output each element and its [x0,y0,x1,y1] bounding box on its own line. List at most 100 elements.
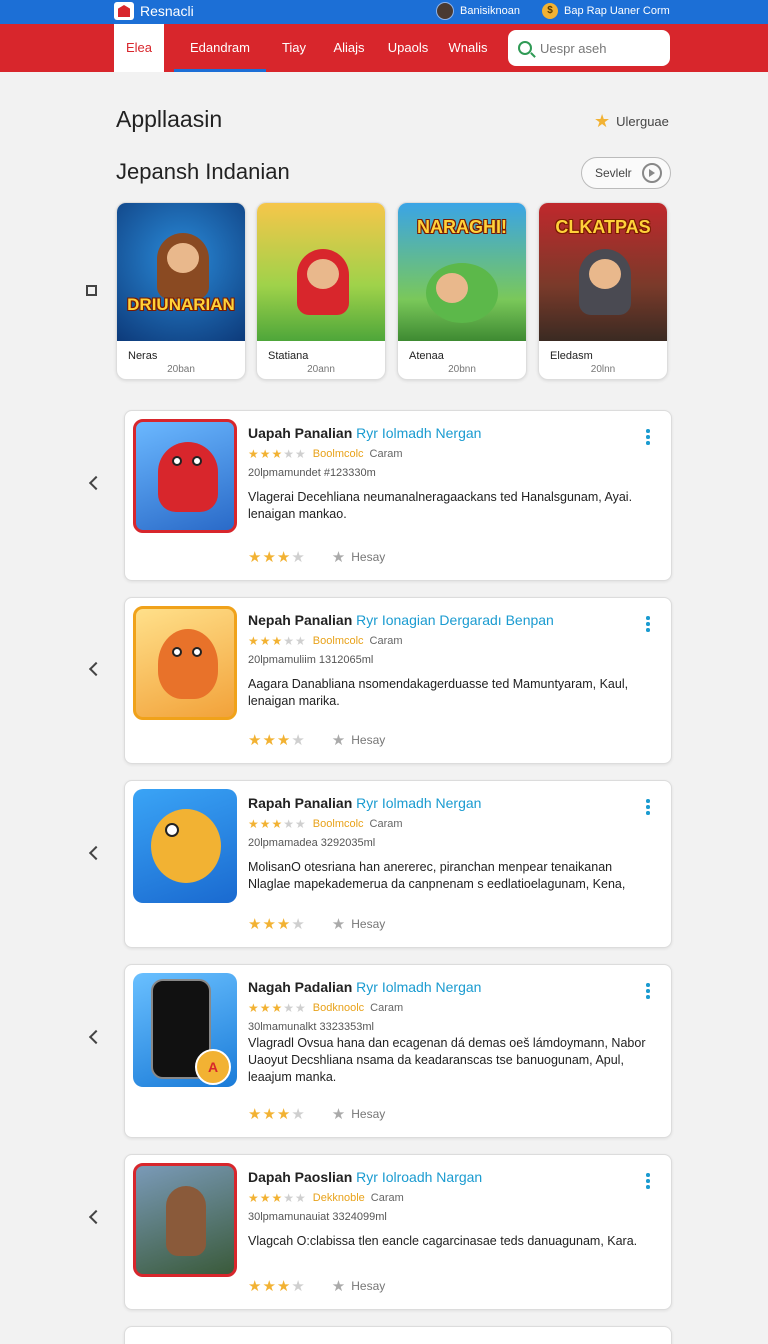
eye-icon [172,456,182,466]
featured-art: CLKATPAS [539,203,667,341]
tab-tiay[interactable]: Tiay [276,24,312,72]
featured-art [257,203,385,341]
card-footer: ★★★★ ★ Hesay [248,548,385,566]
featured-sub: 20ban [167,364,195,375]
app-description: Vlagradl Ovsua hana dan ecagenan dá dema… [248,1036,646,1084]
app-card[interactable]: Rapah Panalian Ryr Iolmadh Nergan ★★★★★ … [124,780,672,948]
app-thumbnail [133,606,237,720]
review-button[interactable]: ★ Hesay [332,731,385,749]
tab-aliajs[interactable]: Aliajs [326,24,372,72]
app-card[interactable] [124,1326,672,1344]
eye-icon [172,647,182,657]
app-card[interactable]: A Nagah Padalian Ryr Iolmadh Nergan ★★★★… [124,964,672,1138]
featured-card[interactable]: Statiana 20ann [256,202,386,380]
developer-link[interactable]: Ryr Ionagian Dergaradı Benpan [356,612,554,628]
footer-star-rating: ★★★★ [248,916,306,933]
app-card[interactable]: Uapah Panalian Ryr Iolmadh Nergan ★★★★★ … [124,410,672,581]
review-label: Hesay [351,917,386,931]
developer-link[interactable]: Ryr Iolmadh Nergan [356,795,481,811]
app-title[interactable]: Dapah Paoslian Ryr Iolroadh Nargan [248,1169,482,1185]
character-figure [579,249,631,315]
chevron-left-icon[interactable] [88,844,100,862]
app-title[interactable]: Rapah Panalian Ryr Iolmadh Nergan [248,795,481,811]
category-label: Boolmcolc [312,635,364,647]
category-label: Boolmcolc [312,448,364,460]
see-all-button[interactable]: Sevlelr [581,157,671,189]
rating-row: ★★★★★ Bodknoolc Caram [248,1001,403,1015]
app-meta: 20lpmamadea 3292035ml [248,837,376,849]
tab-wnalis[interactable]: Wnalis [444,24,492,72]
user-profile[interactable]: Banisiknoan [436,1,520,21]
app-name: Dapah Paoslian [248,1169,353,1185]
developer-link[interactable]: Ryr Iolmadh Nergan [356,425,481,441]
developer-link[interactable]: Ryr Iolmadh Nergan [356,979,481,995]
app-meta: 30lmamunalkt 3323353ml [248,1021,374,1033]
app-title[interactable]: Nagah Padalian Ryr Iolmadh Nergan [248,979,481,995]
checkbox-icon[interactable] [86,285,97,296]
app-description: Aagara Danabliana nsomendakagerduasse te… [248,677,629,708]
featured-art-title: DRIUNARIAN [127,295,235,314]
featured-sub: 20ann [307,364,335,375]
review-button[interactable]: ★ Hesay [332,1277,385,1295]
character-figure [151,809,221,883]
featured-card[interactable]: DRIUNARIAN Neras 20ban [116,202,246,380]
card-footer: ★★★★ ★ Hesay [248,1277,385,1295]
developer-link[interactable]: Ryr Iolroadh Nargan [356,1169,482,1185]
featured-art-title: NARAGHI! [417,217,507,237]
card-footer: ★★★★ ★ Hesay [248,1105,385,1123]
footer-star-rating: ★★★★ [248,1278,306,1295]
tab-upaols[interactable]: Upaols [384,24,432,72]
account-label: Bap Rap Uaner Corm [564,5,670,17]
character-figure [157,233,209,299]
chevron-left-icon[interactable] [88,1208,100,1226]
account-menu[interactable]: $ Bap Rap Uaner Corm [542,1,670,21]
subcategory-label: Caram [370,1002,404,1014]
app-name: Uapah Panalian [248,425,353,441]
featured-art-title: CLKATPAS [555,217,651,237]
search-icon [518,41,532,55]
more-options-icon[interactable] [646,429,650,445]
app-card[interactable]: Dapah Paoslian Ryr Iolroadh Nargan ★★★★★… [124,1154,672,1310]
app-title[interactable]: Uapah Panalian Ryr Iolmadh Nergan [248,425,481,441]
tab-edandram[interactable]: Edandram [174,24,266,72]
brand-name: Resnacli [140,3,194,19]
search-input[interactable] [540,40,660,56]
more-options-icon[interactable] [646,799,650,815]
review-button[interactable]: ★ Hesay [332,915,385,933]
featured-art: DRIUNARIAN [117,203,245,341]
star-rating: ★★★★★ [248,634,307,648]
character-figure [166,1186,206,1256]
tab-home[interactable]: Elea [114,24,164,72]
search-box[interactable] [508,30,670,66]
app-name: Nagah Padalian [248,979,353,995]
app-thumbnail [133,1163,237,1277]
more-options-icon[interactable] [646,1173,650,1189]
subcategory-label: Caram [369,818,403,830]
chevron-left-icon[interactable] [88,660,100,678]
app-title[interactable]: Nepah Panalian Ryr Ionagian Dergaradı Be… [248,612,554,628]
card-footer: ★★★★ ★ Hesay [248,915,385,933]
review-button[interactable]: ★ Hesay [332,1105,385,1123]
featured-card[interactable]: CLKATPAS Eledasm 20lnn [538,202,668,380]
featured-card[interactable]: NARAGHI! Atenaa 20bnn [397,202,527,380]
app-description: MolisanO otesriana han anererec, piranch… [248,860,626,891]
review-button[interactable]: ★ Hesay [332,548,385,566]
rating-row: ★★★★★ Boolmcolc Caram [248,634,403,648]
subcategory-label: Caram [369,448,403,460]
app-description: Vlagcah O:clabissa tlen eancle cagarcina… [248,1234,638,1248]
language-label: Ulerguae [616,113,669,129]
review-label: Hesay [351,1107,386,1121]
more-options-icon[interactable] [646,616,650,632]
category-label: Bodknoolc [312,1002,365,1014]
language-selector[interactable]: ★ Ulerguae [594,112,669,130]
review-label: Hesay [351,733,386,747]
app-card[interactable]: Nepah Panalian Ryr Ionagian Dergaradı Be… [124,597,672,764]
brand[interactable]: Resnacli [114,1,194,21]
more-options-icon[interactable] [646,983,650,999]
app-name: Nepah Panalian [248,612,353,628]
featured-sub: 20lnn [590,364,616,375]
app-thumbnail [133,789,237,903]
character-figure [297,249,349,315]
chevron-left-icon[interactable] [88,474,100,492]
chevron-left-icon[interactable] [88,1028,100,1046]
